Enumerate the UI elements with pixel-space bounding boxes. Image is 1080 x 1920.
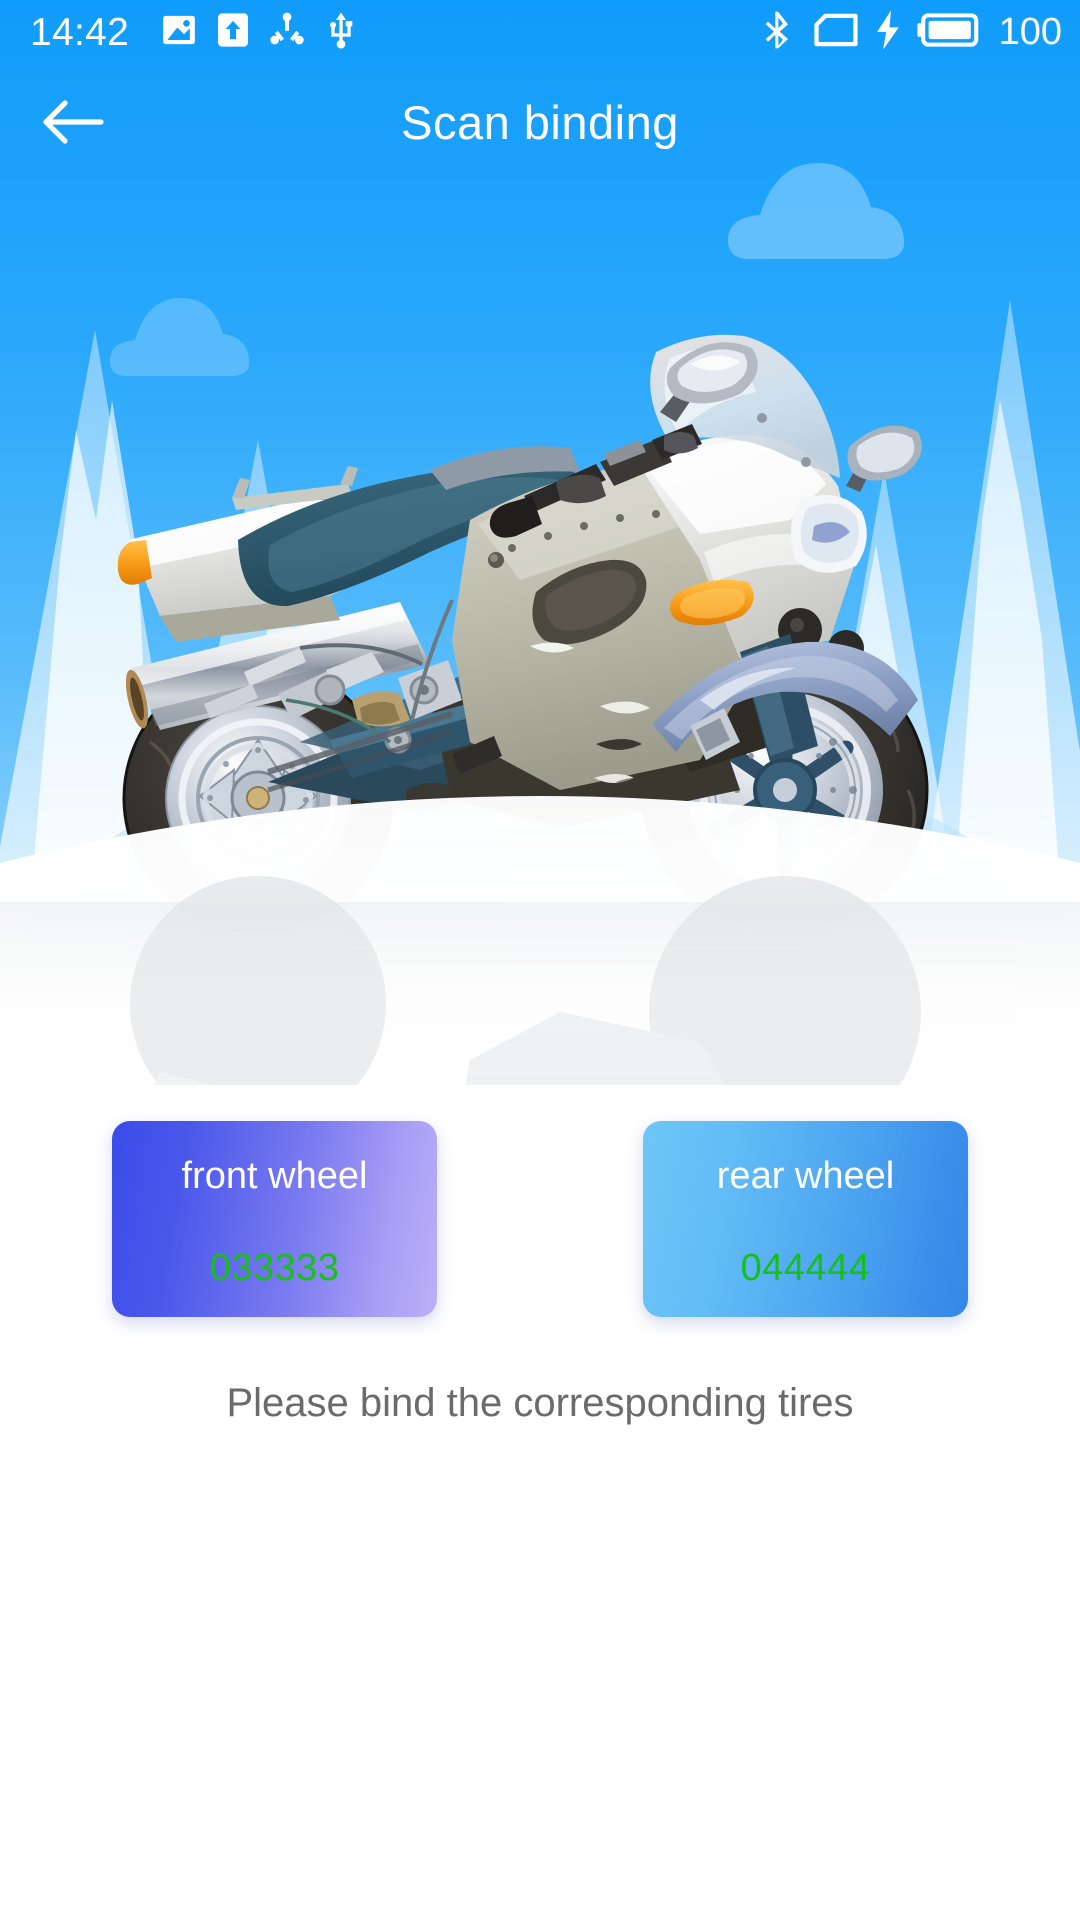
front-wheel-card[interactable]: front wheel 033333 xyxy=(112,1121,437,1317)
bluetooth-icon xyxy=(757,8,797,57)
share-nodes-icon xyxy=(267,10,307,55)
battery-percent: 100 xyxy=(998,11,1062,53)
front-wheel-code: 033333 xyxy=(209,1247,340,1289)
status-bar-left: 14:42 xyxy=(30,10,361,55)
status-bar-right: 100 xyxy=(757,8,1062,57)
charging-bolt-icon xyxy=(875,9,901,56)
upload-arrow-icon xyxy=(213,10,253,55)
status-bar: 14:42 100 xyxy=(0,0,1080,64)
app-bar: Scan binding xyxy=(0,64,1080,180)
binding-hint-text: Please bind the corresponding tires xyxy=(226,1381,854,1425)
status-time: 14:42 xyxy=(30,10,130,54)
arrow-left-icon xyxy=(43,100,104,144)
rear-wheel-card[interactable]: rear wheel 044444 xyxy=(643,1121,968,1317)
page-title: Scan binding xyxy=(401,95,679,149)
sim-card-icon xyxy=(813,10,859,55)
front-wheel-label: front wheel xyxy=(181,1155,368,1197)
rear-wheel-label: rear wheel xyxy=(716,1155,895,1197)
usb-icon xyxy=(321,10,361,55)
rear-wheel-code: 044444 xyxy=(740,1247,871,1289)
wheel-card-row: front wheel 033333 rear wheel 044444 xyxy=(0,1121,1080,1317)
back-button[interactable] xyxy=(30,79,116,165)
screenshot-image-icon xyxy=(159,10,199,55)
motorcycle-reflection xyxy=(0,876,1080,1085)
battery-icon xyxy=(916,12,979,52)
